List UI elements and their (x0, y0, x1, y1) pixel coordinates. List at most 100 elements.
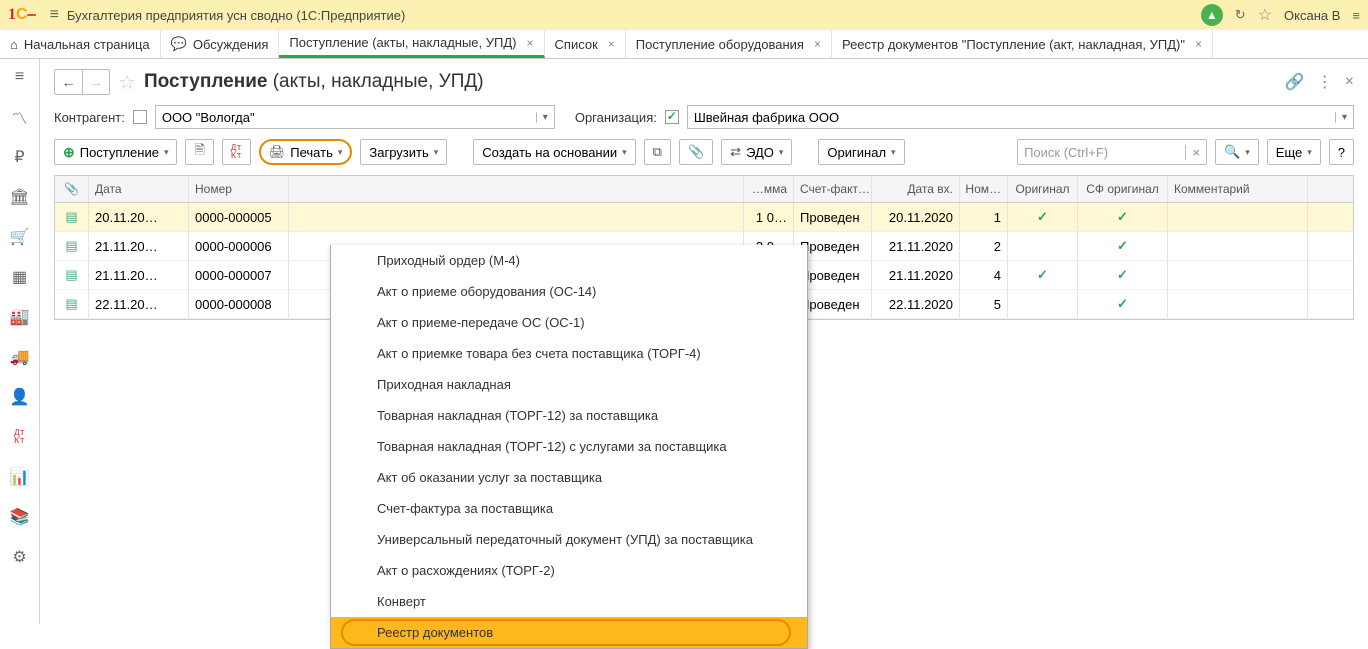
back-button[interactable]: ← (54, 69, 82, 95)
cell-nom: 5 (960, 290, 1008, 318)
original-button[interactable]: Оригинал ▾ (818, 139, 904, 165)
button-label: ЭДО (746, 145, 774, 160)
receipt-button[interactable]: ⊕ Поступление ▾ (54, 139, 177, 165)
sidebar-books-icon[interactable]: 📚 (8, 505, 32, 529)
tab-receipt[interactable]: Поступление (акты, накладные, УПД) × (279, 30, 544, 58)
close-icon[interactable]: × (814, 37, 821, 51)
cell-number: 0000-000006 (189, 232, 289, 260)
structure-button[interactable]: ⧉ (644, 139, 671, 165)
copy-button[interactable]: 🗎 (185, 139, 213, 165)
printer-icon: 🖨 (269, 144, 286, 160)
search-input[interactable]: Поиск (Ctrl+F) × (1017, 139, 1207, 165)
col-clip[interactable]: 📎 (55, 176, 89, 202)
org-label: Организация: (575, 110, 657, 125)
sidebar-ruble-icon[interactable]: ₽ (8, 145, 32, 169)
favorite-star-icon[interactable]: ☆ (118, 70, 136, 95)
help-button[interactable]: ? (1329, 139, 1354, 165)
edo-button[interactable]: ⇄ ЭДО ▾ (721, 139, 792, 165)
sidebar-cart-icon[interactable]: 🛒 (8, 225, 32, 249)
col-sforig[interactable]: СФ оригинал (1078, 176, 1168, 202)
print-menu-item[interactable]: Приходный ордер (М-4) (331, 245, 807, 276)
close-icon[interactable]: × (527, 36, 534, 50)
sidebar-dtkt-icon[interactable]: ДтКт (8, 425, 32, 449)
tab-home[interactable]: ⌂ Начальная страница (0, 30, 161, 58)
chevron-down-icon: ▾ (1245, 147, 1250, 158)
tab-registry[interactable]: Реестр документов "Поступление (акт, нак… (832, 30, 1213, 58)
structure-icon: ⧉ (653, 144, 662, 160)
print-menu-item[interactable]: Товарная накладная (ТОРГ-12) с услугами … (331, 431, 807, 462)
tab-list[interactable]: Список × (545, 30, 626, 58)
print-menu-item[interactable]: Акт о приеме оборудования (ОС-14) (331, 276, 807, 307)
org-select[interactable]: Швейная фабрика ООО ▾ (687, 105, 1354, 129)
kebab-icon[interactable]: ⋮ (1317, 72, 1333, 92)
sidebar-industry-icon[interactable]: 🏭 (8, 305, 32, 329)
sidebar-person-icon[interactable]: 👤 (8, 385, 32, 409)
menu-icon[interactable]: ≡ (50, 6, 59, 24)
col-nom[interactable]: Ном… (960, 176, 1008, 202)
attach-button[interactable]: 📎 (679, 139, 713, 165)
print-menu-item[interactable]: Товарная накладная (ТОРГ-12) за поставщи… (331, 400, 807, 431)
forward-button[interactable]: → (82, 69, 110, 95)
cell-number: 0000-000008 (189, 290, 289, 318)
create-based-button[interactable]: Создать на основании ▾ (473, 139, 635, 165)
search-button[interactable]: 🔍▾ (1215, 139, 1259, 165)
sidebar-bank-icon[interactable]: 🏛 (8, 185, 32, 209)
col-date[interactable]: Дата (89, 176, 189, 202)
print-menu-item[interactable]: Счет-фактура за поставщика (331, 493, 807, 524)
print-button[interactable]: 🖨 Печать ▾ (259, 139, 353, 165)
sidebar-chart-icon[interactable]: 〽 (8, 105, 32, 129)
link-icon[interactable]: 🔗 (1285, 72, 1305, 92)
col-orig[interactable]: Оригинал (1008, 176, 1078, 202)
print-menu-item[interactable]: Приходная накладная (331, 369, 807, 400)
dtkt-button[interactable]: ДтКт (222, 139, 251, 165)
sidebar-truck-icon[interactable]: 🚚 (8, 345, 32, 369)
print-menu-item[interactable]: Акт об оказании услуг за поставщика (331, 462, 807, 493)
col-comment[interactable]: Комментарий (1168, 176, 1308, 202)
more-button[interactable]: Еще ▾ (1267, 139, 1321, 165)
close-icon[interactable]: × (1195, 37, 1202, 51)
tab-discussions[interactable]: 💬 Обсуждения (161, 30, 280, 58)
clear-icon[interactable]: × (1185, 145, 1200, 160)
chevron-down-icon: ▾ (622, 147, 627, 158)
close-icon[interactable]: × (608, 37, 615, 51)
button-label: Еще (1276, 145, 1302, 160)
print-menu-item[interactable]: Реестр документов (331, 617, 807, 648)
tab-label: Список (555, 37, 598, 52)
counterparty-select[interactable]: ООО "Вологда" ▾ (155, 105, 555, 129)
counterparty-checkbox[interactable] (133, 110, 147, 124)
org-checkbox[interactable] (665, 110, 679, 124)
cell-sforig: ✓ (1078, 203, 1168, 231)
counterparty-label: Контрагент: (54, 110, 125, 125)
print-menu-item[interactable]: Акт о приеме-передаче ОС (ОС-1) (331, 307, 807, 338)
chevron-down-icon: ▾ (1335, 112, 1347, 123)
favorites-icon[interactable]: ☆ (1258, 5, 1272, 25)
print-menu-item[interactable]: Конверт (331, 586, 807, 617)
titlebar: 1C⎯ ≡ Бухгалтерия предприятия усн сводно… (0, 0, 1368, 30)
table-row[interactable]: ▤20.11.20…0000-0000051 0…Проведен20.11.2… (55, 203, 1353, 232)
cell-date-in: 21.11.2020 (872, 232, 960, 260)
col-sf[interactable]: Счет-факт… (794, 176, 872, 202)
cell-sforig: ✓ (1078, 261, 1168, 289)
paperclip-icon: 📎 (688, 144, 704, 160)
print-menu-item[interactable]: Акт о приемке товара без счета поставщик… (331, 338, 807, 369)
col-date-in[interactable]: Дата вх. (872, 176, 960, 202)
col-number[interactable]: Номер (189, 176, 289, 202)
tab-equipment[interactable]: Поступление оборудования × (626, 30, 832, 58)
print-menu-item[interactable]: Акт о расхождениях (ТОРГ-2) (331, 555, 807, 586)
load-button[interactable]: Загрузить ▾ (360, 139, 447, 165)
search-icon: 🔍 (1224, 144, 1240, 160)
close-page-icon[interactable]: × (1345, 73, 1354, 91)
sidebar-settings-icon[interactable]: ⚙ (8, 545, 32, 569)
print-menu-item[interactable]: Универсальный передаточный документ (УПД… (331, 524, 807, 555)
history-icon[interactable]: ↻ (1235, 7, 1246, 23)
sidebar-grid-icon[interactable]: ▦ (8, 265, 32, 289)
chevron-down-icon: ▾ (1307, 147, 1312, 158)
cell-nom: 1 (960, 203, 1008, 231)
bell-icon[interactable]: ▲ (1201, 4, 1223, 26)
user-name[interactable]: Оксана В (1284, 8, 1340, 23)
user-menu-icon[interactable]: ≡ (1352, 8, 1360, 23)
col-sum[interactable]: …мма (744, 176, 794, 202)
sidebar-menu-icon[interactable]: ≡ (8, 65, 32, 89)
plus-icon: ⊕ (63, 144, 75, 161)
sidebar-stats-icon[interactable]: 📊 (8, 465, 32, 489)
